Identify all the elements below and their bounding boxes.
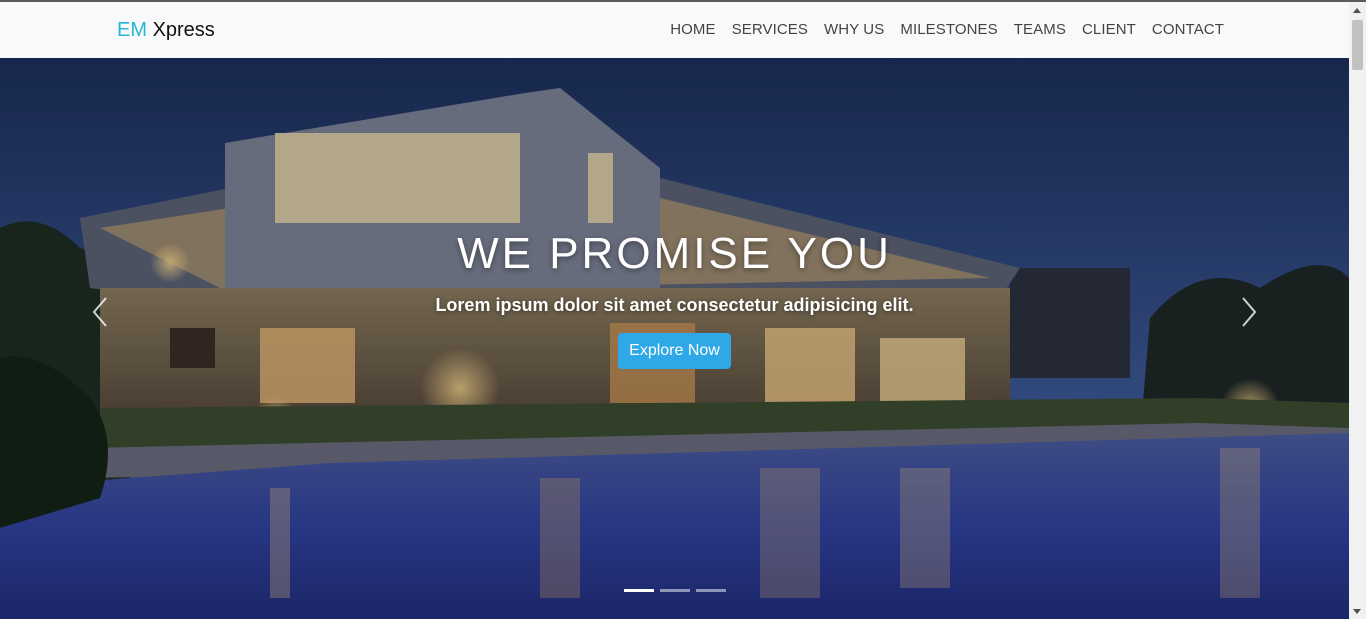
nav-link-why-us[interactable]: WHY US — [824, 20, 884, 40]
chevron-left-icon — [92, 297, 107, 327]
chevron-right-icon — [1242, 297, 1257, 327]
page-scrollbar[interactable] — [1349, 2, 1366, 619]
carousel-indicators — [624, 589, 726, 592]
carousel-indicator-3[interactable] — [696, 589, 726, 592]
hero-headline: WE PROMISE YOU — [457, 229, 892, 278]
nav-link-client[interactable]: CLIENT — [1082, 20, 1136, 40]
carousel-indicator-1[interactable] — [624, 589, 654, 592]
brand-prefix: EM — [117, 19, 147, 41]
scroll-up-arrow-icon[interactable] — [1353, 8, 1361, 13]
nav-link-teams[interactable]: TEAMS — [1014, 20, 1066, 40]
nav-link-milestones[interactable]: MILESTONES — [900, 20, 997, 40]
carousel-caption: WE PROMISE YOU Lorem ipsum dolor sit ame… — [0, 58, 1349, 619]
scrollbar-thumb[interactable] — [1352, 20, 1363, 70]
scroll-down-arrow-icon[interactable] — [1353, 609, 1361, 614]
carousel-prev-button[interactable] — [86, 294, 116, 330]
hero-subheading: Lorem ipsum dolor sit amet consectetur a… — [435, 295, 914, 315]
carousel-indicator-2[interactable] — [660, 589, 690, 592]
explore-now-button[interactable]: Explore Now — [618, 333, 731, 369]
brand-suffix: Xpress — [152, 19, 215, 41]
nav-link-services[interactable]: SERVICES — [732, 20, 808, 40]
nav-link-contact[interactable]: CONTACT — [1152, 20, 1224, 40]
navbar: EM Xpress HOME SERVICES WHY US MILESTONE… — [0, 2, 1349, 58]
brand-logo[interactable]: EM Xpress — [117, 18, 215, 42]
carousel-next-button[interactable] — [1233, 294, 1263, 330]
main-nav: HOME SERVICES WHY US MILESTONES TEAMS CL… — [670, 20, 1224, 40]
hero-carousel: WE PROMISE YOU Lorem ipsum dolor sit ame… — [0, 58, 1349, 619]
nav-link-home[interactable]: HOME — [670, 20, 715, 40]
